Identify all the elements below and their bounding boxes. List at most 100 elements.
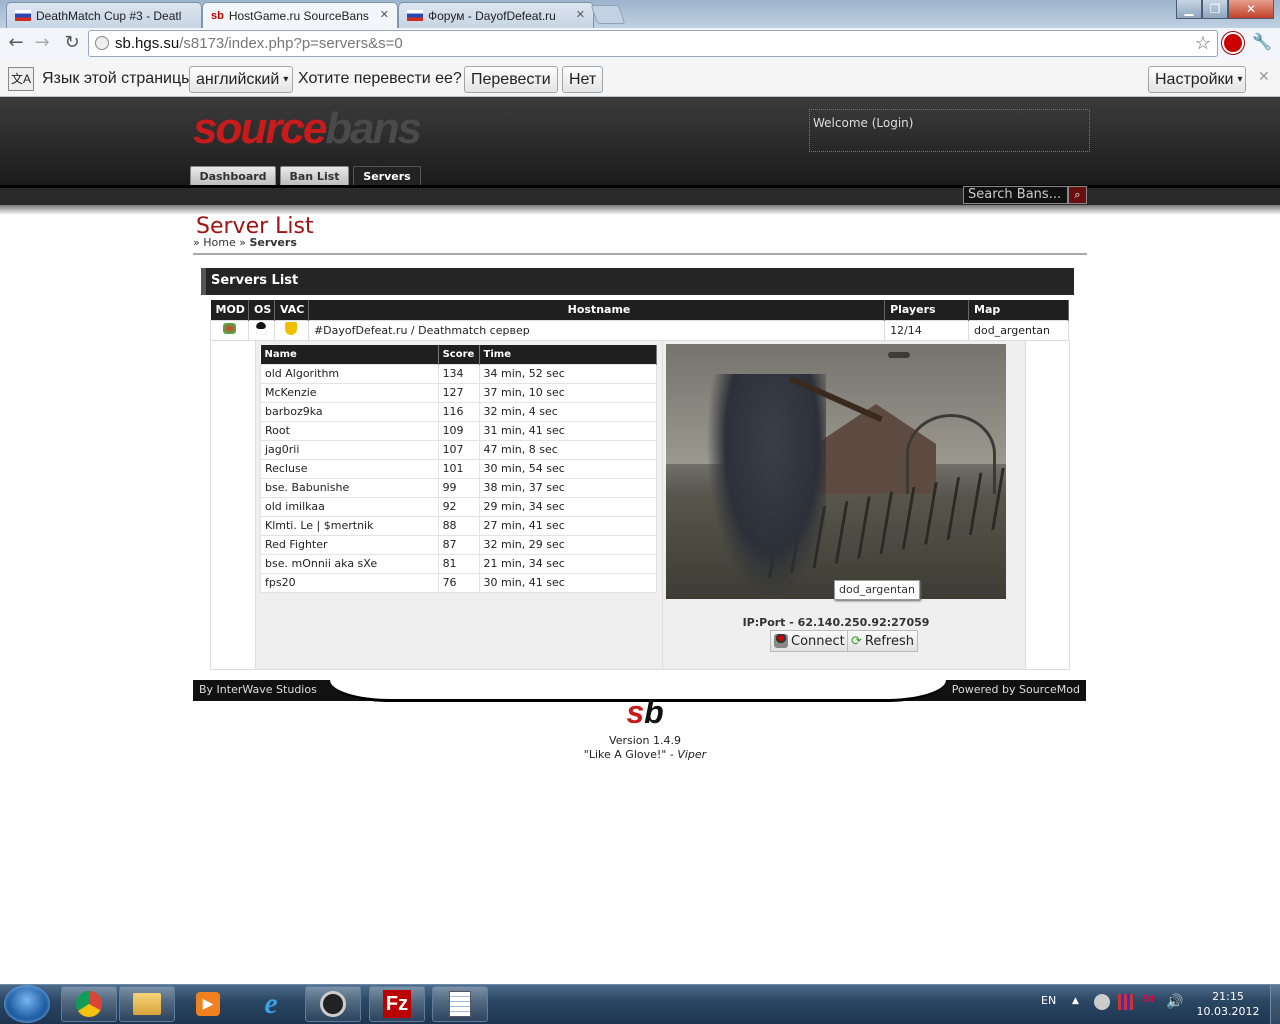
filezilla-icon[interactable]: Fz: [369, 986, 425, 1022]
system-clock[interactable]: 21:15 10.03.2012: [1188, 989, 1268, 1019]
close-window-button[interactable]: ✕: [1228, 0, 1274, 19]
quote-author: Viper: [677, 748, 707, 761]
player-score: 99: [437, 477, 480, 498]
nav-tab-servers[interactable]: Servers: [353, 166, 421, 185]
player-name: McKenzie: [260, 382, 439, 403]
page-info-icon[interactable]: [95, 36, 109, 50]
no-translate-button[interactable]: Нет: [562, 66, 604, 93]
login-link[interactable]: Login: [876, 116, 908, 130]
explorer-icon[interactable]: [119, 986, 175, 1022]
forward-arrow-icon[interactable]: →: [30, 32, 54, 53]
player-time: 38 min, 37 sec: [478, 477, 658, 498]
footer-credit[interactable]: By InterWave Studios: [199, 683, 317, 696]
nav-tab-ban-list[interactable]: Ban List: [280, 166, 349, 185]
joystick-icon: [774, 634, 788, 648]
adblock-icon[interactable]: [1222, 32, 1244, 54]
player-row: fps20 76 30 min, 41 sec: [260, 572, 658, 593]
col-mod: MOD: [210, 300, 249, 320]
steam-icon[interactable]: [305, 986, 361, 1022]
maximize-button[interactable]: ❐: [1202, 0, 1228, 19]
player-name: Red Fighter: [260, 534, 439, 555]
volume-icon[interactable]: 🔊: [1166, 994, 1183, 1010]
show-desktop-button[interactable]: [1270, 985, 1280, 1024]
col-vac: VAC: [274, 300, 309, 320]
footer-powered-by[interactable]: Powered by SourceMod: [952, 683, 1080, 696]
address-bar[interactable]: sb.hgs.su/s8173/index.php?p=servers&s=0 …: [88, 30, 1218, 57]
notepad-icon[interactable]: [432, 986, 488, 1022]
player-name: fps20: [260, 572, 439, 593]
tab-forum[interactable]: Форум - DayofDefeat.ru ✕: [398, 2, 594, 28]
player-name: bse. mOnnii aka sXe: [260, 553, 439, 574]
col-players: Players: [884, 300, 969, 320]
player-row: bse. Babunishe 99 38 min, 37 sec: [260, 477, 658, 498]
media-player-icon[interactable]: ▶: [180, 986, 236, 1022]
bookmark-star-icon[interactable]: ☆: [1195, 33, 1211, 54]
dropdown-arrow-icon: ▾: [1237, 74, 1243, 85]
server-ip-port[interactable]: IP:Port - 62.140.250.92:27059: [666, 616, 1006, 629]
reload-icon[interactable]: ↻: [60, 32, 84, 53]
player-row: Klmti. Le | $mertnik 88 27 min, 41 sec: [260, 515, 658, 536]
player-name: Root: [260, 420, 439, 441]
close-infobar-icon[interactable]: ✕: [1258, 68, 1270, 85]
servers-table-header: MOD OS VAC Hostname Players Map: [210, 300, 1069, 320]
breadcrumb-separator: »: [239, 236, 246, 249]
start-button[interactable]: [4, 985, 50, 1023]
player-score: 88: [437, 515, 480, 536]
ie-icon[interactable]: e: [243, 986, 299, 1022]
steam-tray-icon[interactable]: [1094, 994, 1110, 1010]
chrome-icon[interactable]: [61, 986, 117, 1022]
player-row: barboz9ka 116 32 min, 4 sec: [260, 401, 658, 422]
tab-title: DeathMatch Cup #3 - Deatl: [36, 8, 182, 23]
sourcebans-favicon: sb: [211, 9, 224, 22]
connect-button[interactable]: Connect: [770, 630, 849, 652]
settings-label: Настройки: [1155, 70, 1234, 88]
map-screenshot: [666, 344, 1006, 599]
close-tab-icon[interactable]: ✕: [576, 8, 585, 21]
tab-deathmatch-cup[interactable]: DeathMatch Cup #3 - Deatl: [6, 2, 202, 28]
player-score: 87: [437, 534, 480, 555]
url-host: sb.hgs.su: [115, 35, 180, 52]
close-tab-icon[interactable]: ✕: [380, 8, 389, 21]
player-row: McKenzie 127 37 min, 10 sec: [260, 382, 658, 403]
player-score: 101: [437, 458, 480, 479]
translate-button[interactable]: Перевести: [464, 66, 558, 93]
nav-bar: [0, 185, 1280, 207]
tab-sourcebans[interactable]: sb HostGame.ru SourceBans ✕: [202, 2, 398, 28]
translate-icon: 文A: [8, 67, 34, 91]
player-row: old Algorithm 134 34 min, 52 sec: [260, 363, 658, 384]
tray-app-icon[interactable]: [1118, 994, 1134, 1010]
tray-counter-icon[interactable]: 54: [1143, 994, 1157, 1010]
refresh-button[interactable]: ⟳ Refresh: [847, 630, 918, 652]
language-indicator[interactable]: EN: [1041, 994, 1056, 1007]
server-row[interactable]: #DayofDefeat.ru / Deathmatch сервер 12/1…: [210, 319, 1069, 341]
title-divider: [193, 253, 1087, 255]
player-row: Red Fighter 87 32 min, 29 sec: [260, 534, 658, 555]
show-hidden-icons[interactable]: ▲: [1072, 996, 1079, 1006]
servers-list-header: Servers List: [201, 268, 1074, 295]
clock-time: 21:15: [1212, 990, 1244, 1003]
sourcebans-logo[interactable]: sourcebans: [193, 104, 422, 154]
breadcrumb-home-link[interactable]: Home: [203, 236, 235, 249]
player-row: old imilkaa 92 29 min, 34 sec: [260, 496, 658, 517]
quote: "Like A Glove!" - Viper: [520, 748, 770, 762]
welcome-box: Welcome (Login): [809, 109, 1090, 152]
plane: [888, 352, 910, 358]
translate-settings-button[interactable]: Настройки ▾: [1148, 66, 1246, 93]
search-bans-input[interactable]: Search Bans...: [963, 186, 1068, 204]
wrench-menu-icon[interactable]: 🔧: [1250, 32, 1274, 51]
refresh-label: Refresh: [864, 633, 914, 649]
minimize-button[interactable]: ▁: [1176, 0, 1202, 19]
player-score: 76: [437, 572, 480, 593]
player-name: bse. Babunishe: [260, 477, 439, 498]
col-map: Map: [968, 300, 1069, 320]
player-time: 32 min, 4 sec: [478, 401, 658, 422]
new-tab-button[interactable]: [590, 5, 626, 24]
player-time: 32 min, 29 sec: [478, 534, 658, 555]
back-arrow-icon[interactable]: ←: [4, 32, 28, 53]
language-select[interactable]: английский ▾: [189, 66, 293, 93]
version-text: Version 1.4.9: [609, 734, 681, 747]
tab-strip: DeathMatch Cup #3 - Deatl sb HostGame.ru…: [0, 0, 1280, 28]
nav-tab-dashboard[interactable]: Dashboard: [190, 166, 276, 185]
search-icon[interactable]: ⌕: [1068, 186, 1087, 204]
quote-text: "Like A Glove!" -: [583, 748, 678, 761]
